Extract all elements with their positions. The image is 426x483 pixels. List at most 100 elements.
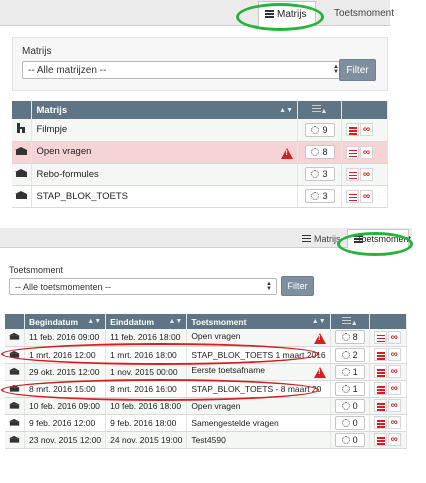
cap-icon xyxy=(8,435,20,443)
count-badge[interactable]: 3 xyxy=(304,189,335,203)
moment-panel: Matrijs Toetsmoment Toetsmoment -- Alle … xyxy=(0,228,413,464)
link-action-icon[interactable]: ∞ xyxy=(360,167,373,181)
list-action-icon[interactable] xyxy=(373,365,387,378)
list-action-icon[interactable] xyxy=(346,145,359,159)
matrix-header-name[interactable]: Matrijs ▲▼ xyxy=(31,101,299,119)
count-badge[interactable]: 1 xyxy=(334,364,365,379)
table-row[interactable]: 23 nov. 2015 12:00 24 nov. 2015 19:00 Test… xyxy=(5,431,407,449)
table-row[interactable]: Open vragen 8 ∞ xyxy=(12,141,388,164)
matrix-panel: Matrijs Toetsmoment Matrijs -- Alle matr… xyxy=(0,0,394,208)
tab-toetsmoment-2[interactable]: Toetsmoment xyxy=(347,229,411,248)
table-row[interactable]: 1 mrt. 2016 12:00 1 mrt. 2016 18:00 STAP_B… xyxy=(5,346,407,364)
spinner-icon xyxy=(341,384,350,393)
list-action-icon[interactable] xyxy=(373,433,387,446)
row-moment[interactable]: Eerste toetsafname xyxy=(191,365,265,375)
tab-matrijs[interactable]: Matrijs xyxy=(258,1,316,26)
matrix-table-header: Matrijs ▲▼ ▲ xyxy=(12,101,388,119)
select-arrows-icon: ▲ ▼ xyxy=(266,280,272,292)
row-start: 23 nov. 2015 12:00 xyxy=(29,434,102,445)
link-action-icon[interactable]: ∞ xyxy=(360,123,373,137)
moment-header-moment[interactable]: Toetsmoment ▲▼ xyxy=(186,314,331,329)
row-end: 11 feb. 2016 18:00 xyxy=(110,332,181,343)
row-moment[interactable]: Test4590 xyxy=(191,435,226,445)
table-row[interactable]: Filmpje 9 ∞ xyxy=(12,119,388,142)
row-count-cell: 0 xyxy=(330,431,370,449)
row-moment-cell: Samengestelde vragen xyxy=(186,414,331,432)
row-moment-cell: STAP_BLOK_TOETS - 8 maart 20 xyxy=(186,380,331,398)
moment-header-start[interactable]: Begindatum ▲▼ xyxy=(24,314,107,329)
list-action-icon[interactable] xyxy=(373,382,387,395)
matrix-select[interactable]: -- Alle matrijzen -- ▲ ▼ xyxy=(22,61,344,79)
row-count-cell: 8 xyxy=(330,329,370,347)
link-action-icon[interactable]: ∞ xyxy=(387,416,401,429)
sort-icon: ▲▼ xyxy=(279,106,294,114)
list-action-icon[interactable] xyxy=(346,167,359,181)
count-value: 9 xyxy=(322,124,328,135)
count-badge[interactable]: 9 xyxy=(304,122,335,137)
moment-header-count[interactable]: ▲ xyxy=(330,314,370,329)
table-row[interactable]: STAP_BLOK_TOETS 3 ∞ xyxy=(12,185,388,208)
table-row[interactable]: Rebo-formules 3 ∞ xyxy=(12,163,388,186)
table-row[interactable]: 11 feb. 2016 09:00 11 feb. 2016 18:00 Open… xyxy=(5,329,407,347)
count-badge[interactable]: 1 xyxy=(334,381,365,396)
link-action-icon[interactable]: ∞ xyxy=(387,433,401,446)
moment-header-end[interactable]: Einddatum ▲▼ xyxy=(105,314,188,329)
tab-toetsmoment[interactable]: Toetsmoment xyxy=(328,1,400,26)
row-moment[interactable]: STAP_BLOK_TOETS 1 maart 2016 xyxy=(191,350,325,360)
flow-icon xyxy=(16,123,26,134)
table-row[interactable]: 10 feb. 2016 09:00 10 feb. 2016 18:00 Open… xyxy=(5,397,407,415)
spinner-icon xyxy=(311,125,320,134)
link-action-icon[interactable]: ∞ xyxy=(387,399,401,412)
count-badge[interactable]: 0 xyxy=(334,432,365,447)
list-action-icon[interactable] xyxy=(346,123,359,137)
matrix-header-name-label: Matrijs xyxy=(36,104,68,116)
count-badge[interactable]: 8 xyxy=(304,145,335,159)
link-action-icon[interactable]: ∞ xyxy=(387,348,401,361)
link-action-icon[interactable]: ∞ xyxy=(387,382,401,395)
row-count-cell: 0 xyxy=(330,414,370,432)
table-row[interactable]: 8 mrt. 2016 15:00 8 mrt. 2016 16:00 STAP_B… xyxy=(5,380,407,398)
row-start-cell: 29 okt. 2015 12:00 xyxy=(24,363,107,381)
row-name[interactable]: STAP_BLOK_TOETS xyxy=(36,191,128,202)
row-end-cell: 9 feb. 2016 18:00 xyxy=(105,414,188,432)
moment-filter-button[interactable]: Filter xyxy=(281,276,314,296)
row-moment[interactable]: Samengestelde vragen xyxy=(191,418,278,428)
link-action-icon[interactable]: ∞ xyxy=(387,330,401,344)
cap-icon xyxy=(15,146,27,155)
tab-toetsmoment-label: Toetsmoment xyxy=(334,8,395,19)
tab-matrijs-2[interactable]: Matrijs xyxy=(296,229,347,248)
moment-select[interactable]: -- Alle toetsmomenten -- ▲ ▼ xyxy=(9,278,277,295)
row-moment[interactable]: Open vragen xyxy=(191,401,240,411)
count-badge[interactable]: 2 xyxy=(334,347,365,362)
moment-filter-label: Toetsmoment xyxy=(9,265,64,275)
count-value: 3 xyxy=(322,191,328,201)
spinner-icon xyxy=(311,148,320,156)
link-action-icon[interactable]: ∞ xyxy=(360,145,373,159)
count-badge[interactable]: 8 xyxy=(334,330,365,345)
row-moment[interactable]: STAP_BLOK_TOETS - 8 maart 20 xyxy=(191,384,321,394)
list-action-icon[interactable] xyxy=(373,330,387,344)
count-badge[interactable]: 0 xyxy=(334,398,365,413)
row-moment[interactable]: Open vragen xyxy=(191,331,240,341)
row-name[interactable]: Filmpje xyxy=(36,124,67,135)
row-name[interactable]: Rebo-formules xyxy=(36,169,98,180)
list-action-icon[interactable] xyxy=(346,189,359,203)
list-action-icon[interactable] xyxy=(373,348,387,361)
spinner-icon xyxy=(341,418,350,427)
row-count-cell: 0 xyxy=(330,397,370,415)
matrix-filter-box: Matrijs -- Alle matrijzen -- ▲ ▼ Filter xyxy=(12,37,388,91)
table-row[interactable]: 29 okt. 2015 12:00 1 nov. 2015 00:00 Eerst… xyxy=(5,363,407,381)
count-badge[interactable]: 3 xyxy=(304,167,335,181)
link-action-icon[interactable]: ∞ xyxy=(387,365,401,378)
row-name[interactable]: Open vragen xyxy=(36,146,91,157)
count-badge[interactable]: 0 xyxy=(334,415,365,430)
matrix-header-count[interactable]: ▲ xyxy=(297,101,342,119)
table-row[interactable]: 9 feb. 2016 12:00 9 feb. 2016 18:00 Sameng… xyxy=(5,414,407,432)
spinner-icon xyxy=(341,350,350,359)
matrix-filter-button[interactable]: Filter xyxy=(339,59,376,81)
list-action-icon[interactable] xyxy=(373,416,387,429)
row-name-cell: Open vragen xyxy=(31,141,299,164)
link-action-icon[interactable]: ∞ xyxy=(360,189,373,203)
list-action-icon[interactable] xyxy=(373,399,387,412)
sort-up-icon: ▲ xyxy=(350,319,358,327)
